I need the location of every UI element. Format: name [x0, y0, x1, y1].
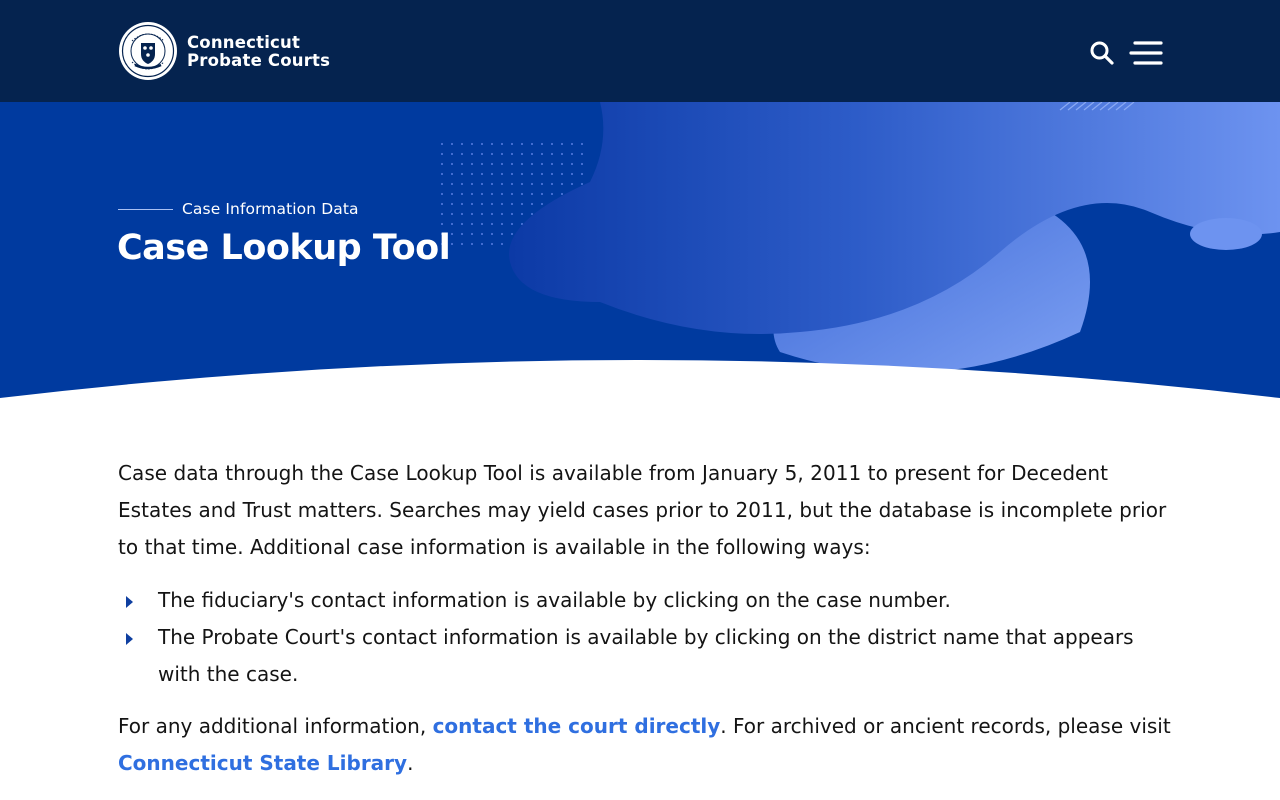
brand-line-1: Connecticut — [187, 33, 301, 52]
eyebrow-divider — [118, 208, 173, 210]
closing-suffix: . — [407, 751, 414, 775]
intro-paragraph: Case data through the Case Lookup Tool i… — [118, 461, 1167, 559]
closing-prefix: For any additional information, — [118, 714, 433, 738]
state-library-link[interactable]: Connecticut State Library — [118, 751, 407, 775]
triangle-bullet-icon — [126, 633, 133, 645]
closing-paragraph: For any additional information, contact … — [118, 708, 1178, 782]
site-header: Connecticut Probate Courts — [0, 0, 1280, 102]
closing-middle: . For archived or ancient records, pleas… — [720, 714, 1171, 738]
hamburger-menu-icon — [1129, 41, 1163, 65]
triangle-bullet-icon — [126, 596, 133, 608]
site-logo-link[interactable] — [118, 21, 178, 81]
list-item: The fiduciary's contact information is a… — [118, 582, 1178, 619]
ct-probate-seal-icon — [119, 22, 177, 80]
list-item-text: The Probate Court's contact information … — [158, 625, 1134, 686]
main-content: Case data through the Case Lookup Tool i… — [118, 455, 1178, 782]
list-item-text: The fiduciary's contact information is a… — [158, 588, 951, 612]
hero-eyebrow: Case Information Data — [118, 200, 359, 218]
brand-line-2: Probate Courts — [187, 51, 331, 70]
search-icon — [1090, 41, 1114, 65]
search-button[interactable] — [1089, 40, 1115, 66]
info-list: The fiduciary's contact information is a… — [118, 582, 1178, 693]
page-title: Case Lookup Tool — [117, 228, 451, 268]
eyebrow-label: Case Information Data — [182, 200, 359, 218]
list-item: The Probate Court's contact information … — [118, 619, 1178, 693]
site-brand[interactable]: Connecticut Probate Courts — [187, 34, 330, 70]
menu-button[interactable] — [1129, 40, 1163, 66]
contact-court-link[interactable]: contact the court directly — [433, 714, 721, 738]
